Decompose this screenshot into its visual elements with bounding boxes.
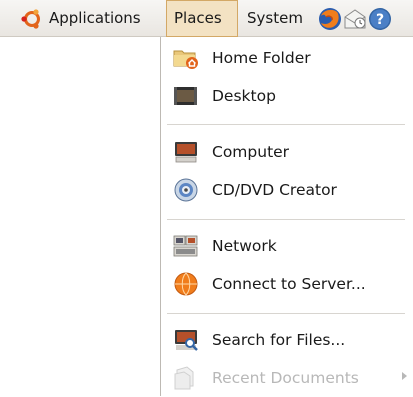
menu-item-label: Recent Documents (212, 369, 359, 387)
applications-menu[interactable]: Applications (49, 0, 141, 37)
places-dropdown: Home Folder Desktop Computer CD/DVD Crea… (160, 37, 413, 396)
menu-item-label: Network (212, 237, 277, 255)
menu-separator (167, 313, 405, 314)
menu-item-cd-dvd-creator[interactable]: CD/DVD Creator (162, 171, 413, 209)
search-files-icon (175, 330, 198, 351)
ubuntu-logo-icon[interactable] (21, 8, 43, 30)
mail-icon[interactable] (343, 7, 367, 31)
submenu-arrow-icon (402, 372, 407, 380)
recent-documents-icon (174, 366, 194, 390)
system-menu[interactable]: System (247, 0, 303, 37)
menu-item-desktop[interactable]: Desktop (162, 77, 413, 115)
places-menu[interactable]: Places (166, 0, 238, 37)
menu-item-recent-documents: Recent Documents (162, 359, 413, 397)
menu-item-label: Home Folder (212, 49, 311, 67)
menu-separator (167, 219, 405, 220)
menu-item-label: Connect to Server... (212, 275, 366, 293)
menu-item-label: Computer (212, 143, 290, 161)
menu-item-computer[interactable]: Computer (162, 133, 413, 171)
menu-item-home-folder[interactable]: Home Folder (162, 39, 413, 77)
menu-item-connect-to-server[interactable]: Connect to Server... (162, 265, 413, 303)
connect-server-icon (174, 272, 198, 296)
firefox-icon[interactable] (318, 7, 342, 31)
menu-item-network[interactable]: Network (162, 227, 413, 265)
menu-item-search-for-files[interactable]: Search for Files... (162, 321, 413, 359)
menu-item-label: Desktop (212, 87, 276, 105)
menu-item-label: Search for Files... (212, 331, 346, 349)
cd-dvd-icon (174, 178, 198, 202)
desktop-icon (174, 87, 197, 105)
menu-separator (167, 124, 405, 125)
home-folder-icon (173, 50, 198, 69)
menu-item-label: CD/DVD Creator (212, 181, 337, 199)
svg-text:?: ? (376, 12, 384, 28)
computer-icon (175, 142, 197, 163)
help-icon[interactable]: ? (368, 7, 392, 31)
top-panel: Applications Places System ? (0, 0, 413, 37)
network-icon (173, 235, 198, 257)
